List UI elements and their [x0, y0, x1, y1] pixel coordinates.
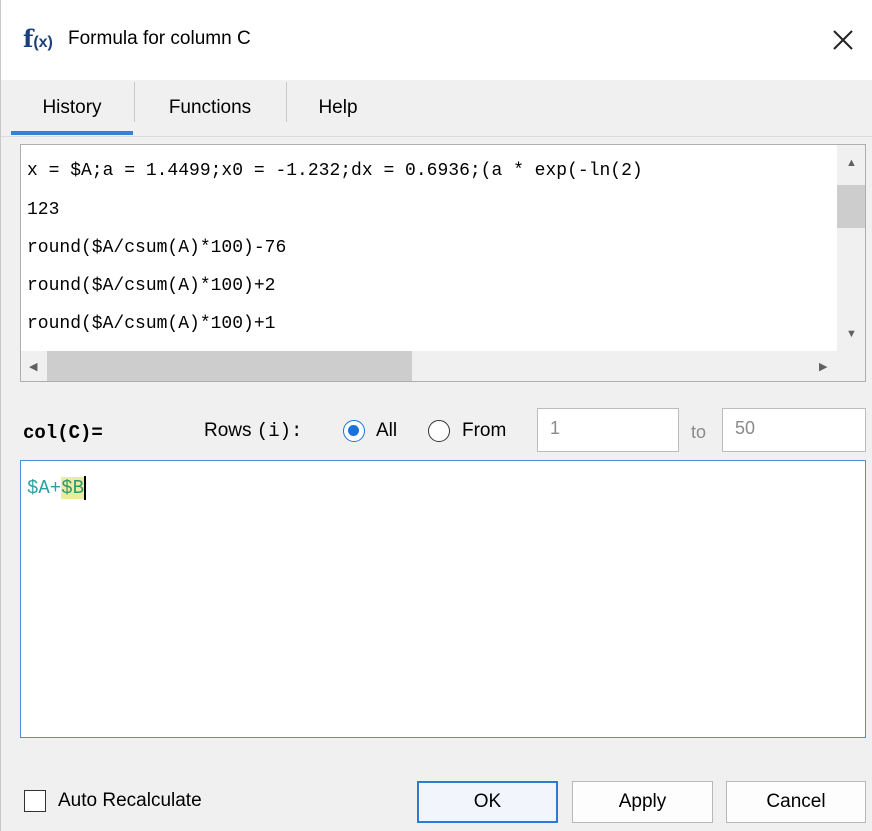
rows-from-label[interactable]: From: [462, 420, 506, 442]
scrollbar-corner: [837, 351, 865, 381]
close-button[interactable]: [823, 20, 863, 60]
auto-recalculate-label[interactable]: Auto Recalculate: [58, 790, 202, 812]
history-item[interactable]: 123: [27, 200, 59, 220]
history-item[interactable]: round($A/csum(A)*100)+1: [27, 314, 275, 334]
cancel-button[interactable]: Cancel: [726, 781, 866, 823]
vertical-scroll-thumb[interactable]: [837, 185, 865, 228]
rows-all-label[interactable]: All: [376, 420, 397, 442]
ok-button[interactable]: OK: [417, 781, 558, 823]
apply-button[interactable]: Apply: [572, 781, 713, 823]
rows-from-radio[interactable]: [428, 420, 450, 442]
history-list[interactable]: x = $A;a = 1.4499;x0 = -1.232;dx = 0.693…: [20, 144, 866, 382]
formula-app-icon: f(x): [23, 24, 53, 53]
formula-editor[interactable]: $A+$B: [20, 460, 866, 738]
to-row-input[interactable]: 50: [722, 408, 866, 452]
tab-divider: [286, 82, 287, 122]
tab-help[interactable]: Help: [288, 80, 388, 136]
from-row-input[interactable]: 1: [537, 408, 679, 452]
vertical-scrollbar[interactable]: ▲ ▼: [837, 145, 865, 351]
formula-text[interactable]: $A+$B: [27, 476, 87, 500]
history-item[interactable]: round($A/csum(A)*100)-76: [27, 238, 286, 258]
scroll-down-arrow-icon[interactable]: ▼: [846, 328, 857, 340]
scroll-left-arrow-icon[interactable]: ◀: [29, 360, 37, 373]
scroll-right-arrow-icon[interactable]: ▶: [819, 360, 827, 373]
tab-history[interactable]: History: [11, 80, 133, 136]
horizontal-scroll-thumb[interactable]: [47, 351, 412, 381]
scroll-up-arrow-icon[interactable]: ▲: [846, 157, 857, 169]
active-tab-indicator: [11, 131, 133, 135]
history-item[interactable]: round($A/csum(A)*100)+2: [27, 276, 275, 296]
window-title: Formula for column C: [68, 28, 251, 49]
highlighted-token: $B: [61, 477, 85, 500]
tab-bar: History Functions Help: [1, 80, 872, 137]
tab-divider: [134, 82, 135, 122]
horizontal-scrollbar[interactable]: ◀ ▶: [21, 351, 837, 381]
auto-recalculate-checkbox[interactable]: [24, 790, 46, 812]
formula-dialog: f(x) Formula for column C History Functi…: [0, 0, 872, 831]
text-caret: [84, 476, 87, 500]
close-icon: [833, 30, 853, 50]
rows-all-radio[interactable]: [343, 420, 365, 442]
rows-label: Rows (i):: [204, 420, 303, 442]
to-label: to: [691, 422, 707, 442]
column-formula-label: col(C)=: [23, 422, 103, 444]
title-bar: f(x) Formula for column C: [1, 0, 872, 80]
tab-functions[interactable]: Functions: [135, 80, 285, 136]
history-item[interactable]: x = $A;a = 1.4499;x0 = -1.232;dx = 0.693…: [27, 161, 643, 181]
